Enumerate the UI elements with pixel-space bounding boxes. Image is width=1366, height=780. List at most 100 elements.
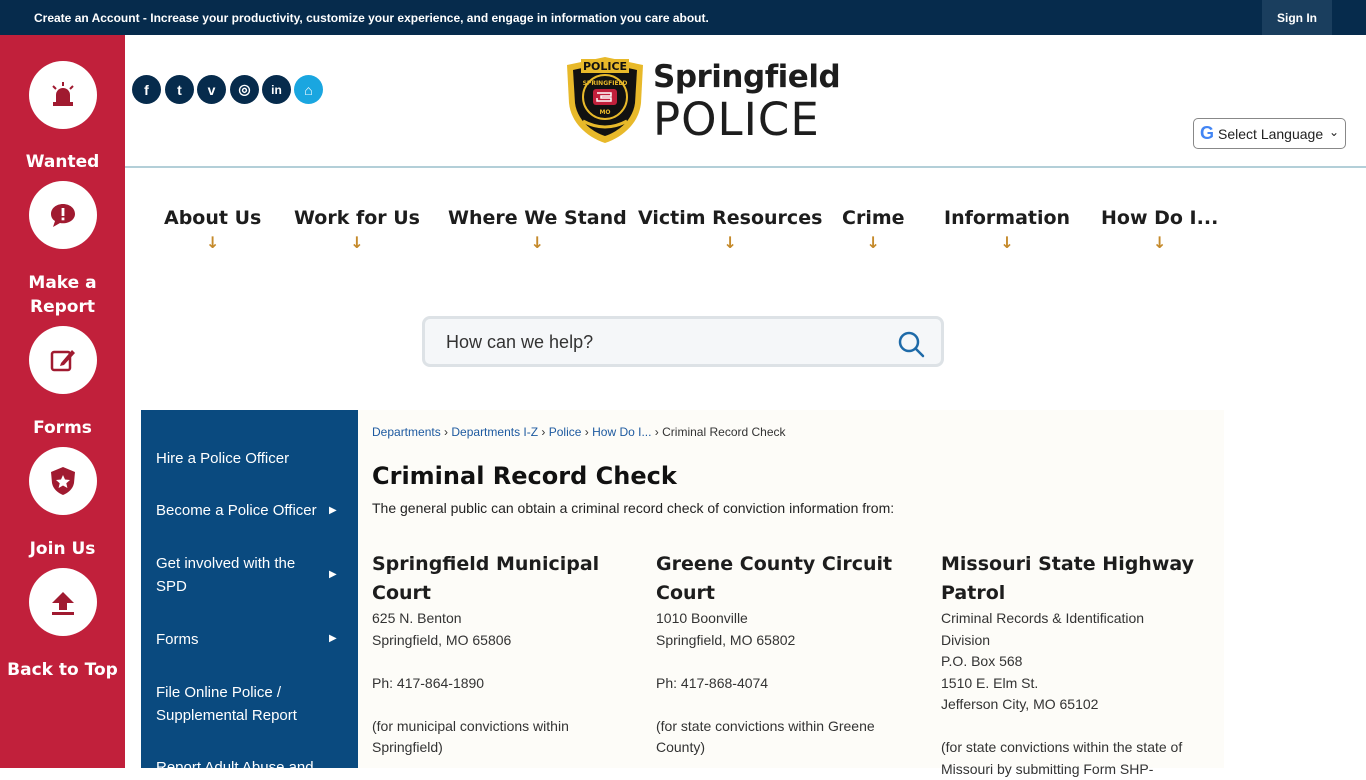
- badge-star-icon: [49, 466, 77, 496]
- page-intro: The general public can obtain a criminal…: [372, 500, 894, 516]
- make-report-button[interactable]: [29, 181, 97, 249]
- top-bar: Create an Account - Increase your produc…: [0, 0, 1366, 35]
- vimeo-icon[interactable]: v: [197, 75, 226, 104]
- arrow-down-icon: ↓: [448, 233, 627, 252]
- sign-in-button[interactable]: Sign In: [1262, 0, 1332, 35]
- language-select[interactable]: G Select Language ⌄: [1193, 118, 1346, 149]
- court-column-municipal: Springfield Municipal Court 625 N. Bento…: [372, 550, 632, 759]
- triangle-right-icon[interactable]: ▶: [329, 633, 337, 644]
- nav-victim-resources[interactable]: Victim Resources ↓: [638, 207, 822, 252]
- arrow-down-icon: ↓: [164, 233, 261, 252]
- court-address-line: 1010 Boonville: [656, 608, 916, 630]
- court-heading: Greene County Circuit Court: [656, 550, 916, 608]
- search-bar[interactable]: How can we help?: [422, 316, 944, 367]
- logo-word-springfield: Springfield: [653, 59, 840, 95]
- court-address-line: Criminal Records & Identification: [941, 608, 1201, 630]
- create-account-link[interactable]: Create an Account: [34, 11, 140, 25]
- court-address-line: Springfield, MO 65806: [372, 630, 632, 652]
- nav-victim-resources-label: Victim Resources: [638, 207, 822, 229]
- nav-work-for-us-label: Work for Us: [294, 207, 420, 229]
- forms-label[interactable]: Forms: [0, 416, 125, 440]
- nav-information[interactable]: Information ↓: [944, 207, 1070, 252]
- breadcrumb-how-do-i[interactable]: How Do I...: [592, 425, 651, 439]
- back-to-top-button[interactable]: [29, 568, 97, 636]
- nextdoor-icon[interactable]: ⌂: [294, 75, 323, 104]
- join-us-button[interactable]: [29, 447, 97, 515]
- court-note: (for municipal convictions within: [372, 716, 632, 738]
- arrow-down-icon: ↓: [842, 233, 905, 252]
- court-note: (for state convictions within the state …: [941, 737, 1201, 759]
- sidenav-item-forms[interactable]: Forms: [156, 628, 346, 651]
- nav-how-do-i[interactable]: How Do I... ↓: [1101, 207, 1218, 252]
- court-address-line: 625 N. Benton: [372, 608, 632, 630]
- court-address-line: 1510 E. Elm St.: [941, 673, 1201, 695]
- court-heading: Missouri State Highway Patrol: [941, 550, 1201, 608]
- breadcrumb-departments[interactable]: Departments: [372, 425, 441, 439]
- triangle-right-icon[interactable]: ▶: [329, 505, 337, 516]
- instagram-icon[interactable]: ◎: [230, 75, 259, 104]
- court-note: Missouri by submitting Form SHP-: [941, 759, 1201, 780]
- nav-how-do-i-label: How Do I...: [1101, 207, 1218, 229]
- linkedin-icon[interactable]: in: [262, 75, 291, 104]
- language-select-label: Select Language: [1218, 126, 1323, 142]
- forms-button[interactable]: [29, 326, 97, 394]
- nav-where-we-stand-label: Where We Stand: [448, 207, 627, 229]
- form-edit-icon: [49, 346, 77, 374]
- logo-word-police: POLICE: [653, 93, 820, 146]
- court-phone: Ph: 417-868-4074: [656, 673, 916, 695]
- sidenav-item-get-involved[interactable]: Get involved with the SPD: [156, 552, 326, 598]
- arrow-down-icon: ↓: [638, 233, 822, 252]
- twitter-icon[interactable]: t: [165, 75, 194, 104]
- chevron-down-icon: ⌄: [1329, 125, 1339, 139]
- triangle-right-icon[interactable]: ▶: [329, 569, 337, 580]
- sidenav-item-file-report[interactable]: File Online Police / Supplemental Report: [156, 681, 321, 727]
- court-column-greene: Greene County Circuit Court 1010 Boonvil…: [656, 550, 916, 759]
- search-icon[interactable]: [897, 330, 925, 358]
- court-heading: Springfield Municipal Court: [372, 550, 632, 608]
- nav-information-label: Information: [944, 207, 1070, 229]
- nav-crime-label: Crime: [842, 207, 905, 229]
- arrow-down-icon: ↓: [1101, 233, 1218, 252]
- nav-about-us[interactable]: About Us ↓: [164, 207, 261, 252]
- make-report-label[interactable]: Make a Report: [0, 271, 125, 319]
- court-note: (for state convictions within Greene: [656, 716, 916, 738]
- siren-icon: [49, 81, 77, 109]
- court-address-line: Jefferson City, MO 65102: [941, 694, 1201, 716]
- wanted-button[interactable]: [29, 61, 97, 129]
- nav-work-for-us[interactable]: Work for Us ↓: [294, 207, 420, 252]
- sidenav-item-become-officer[interactable]: Become a Police Officer: [156, 499, 346, 522]
- sidenav-item-hire-officer[interactable]: Hire a Police Officer: [156, 447, 346, 470]
- badge-ring-text: SPRINGFIELD: [583, 80, 628, 87]
- join-us-label[interactable]: Join Us: [0, 537, 125, 561]
- nav-crime[interactable]: Crime ↓: [842, 207, 905, 252]
- court-address-line: P.O. Box 568: [941, 651, 1201, 673]
- alert-chat-icon: [49, 201, 77, 229]
- court-column-highway-patrol: Missouri State Highway Patrol Criminal R…: [941, 550, 1201, 780]
- account-message: Create an Account - Increase your produc…: [34, 11, 709, 25]
- quick-links-rail: Wanted Make a Report Forms Join Us Back …: [0, 35, 125, 768]
- badge-top-text: POLICE: [583, 60, 627, 73]
- breadcrumb-police[interactable]: Police: [549, 425, 582, 439]
- page-title: Criminal Record Check: [372, 462, 677, 490]
- account-message-text: - Increase your productivity, customize …: [140, 11, 709, 25]
- court-note: Springfield): [372, 737, 632, 759]
- nav-where-we-stand[interactable]: Where We Stand ↓: [448, 207, 627, 252]
- main-content: Departments › Departments I-Z › Police ›…: [358, 410, 1224, 768]
- site-logo[interactable]: POLICE SPRINGFIELD MO Springfield POLICE: [563, 55, 808, 145]
- facebook-icon[interactable]: f: [132, 75, 161, 104]
- arrow-down-icon: ↓: [294, 233, 420, 252]
- court-address-line: Springfield, MO 65802: [656, 630, 916, 652]
- police-badge-logo: POLICE SPRINGFIELD MO: [563, 55, 647, 145]
- wanted-label[interactable]: Wanted: [0, 150, 125, 174]
- arrow-down-icon: ↓: [944, 233, 1070, 252]
- badge-bottom-text: MO: [599, 109, 610, 116]
- breadcrumb-departments-i-z[interactable]: Departments I-Z: [451, 425, 538, 439]
- nav-about-us-label: About Us: [164, 207, 261, 229]
- header-divider: [125, 166, 1366, 168]
- side-navigation: Hire a Police Officer Become a Police Of…: [141, 410, 358, 768]
- breadcrumb: Departments › Departments I-Z › Police ›…: [372, 425, 786, 439]
- breadcrumb-current: Criminal Record Check: [662, 425, 785, 439]
- court-note: County): [656, 737, 916, 759]
- back-to-top-label[interactable]: Back to Top: [0, 658, 125, 682]
- search-input[interactable]: How can we help?: [446, 332, 593, 353]
